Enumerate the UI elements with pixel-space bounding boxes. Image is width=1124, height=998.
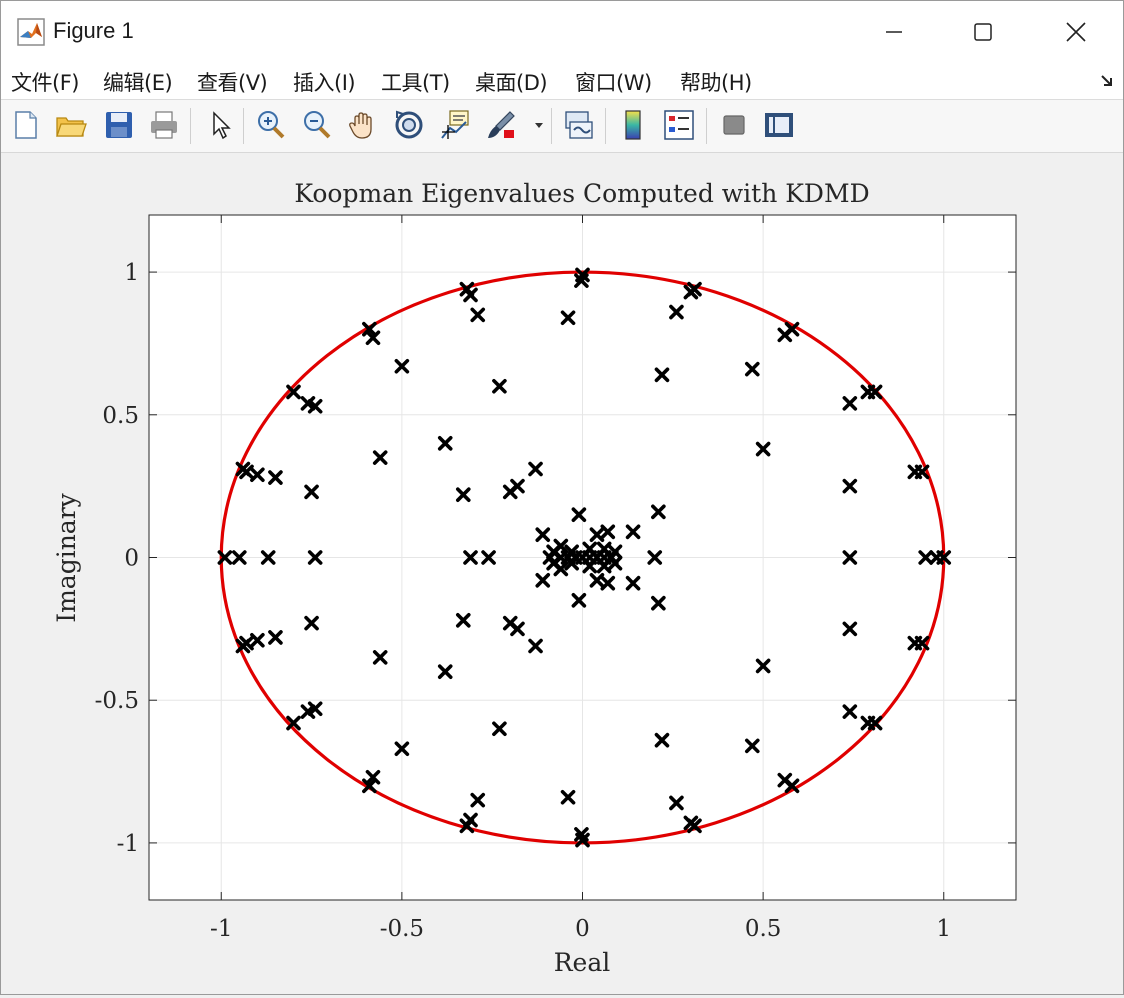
y-tick-label: -1 [117,831,139,857]
menu-window[interactable]: 窗口(W) [575,67,652,97]
save-icon[interactable] [102,108,136,142]
y-tick-label: 0.5 [102,403,139,429]
toolbar-separator [605,108,606,144]
link-plot-icon[interactable] [562,108,596,142]
toolbar-separator [551,108,552,144]
show-plot-tools-icon[interactable] [762,108,796,142]
legend-icon[interactable] [662,108,696,142]
y-tick-label: 1 [124,260,139,286]
menu-edit[interactable]: 编辑(E) [103,67,173,97]
colorbar-icon[interactable] [616,108,650,142]
y-tick-label: -0.5 [95,688,139,714]
x-tick-label: -0.5 [380,916,424,942]
x-tick-label: -1 [210,916,232,942]
toolbar-separator [190,108,191,144]
chart-title: Koopman Eigenvalues Computed with KDMD [294,179,869,208]
zoom-in-icon[interactable] [254,108,288,142]
zoom-out-icon[interactable] [300,108,334,142]
dock-arrow-icon[interactable] [1099,73,1115,89]
scatter-plot: -1 -0.5 0 0.5 1 -1 -0.5 0 0.5 1 Koopman Eigenvalu… [52,179,1017,977]
rotate-3d-icon[interactable] [392,108,426,142]
maximize-icon [974,23,992,41]
open-file-icon[interactable] [54,108,88,142]
title-bar: Figure 1 [1,1,1123,63]
pointer-icon[interactable] [204,108,238,142]
minimize-icon [886,31,902,33]
maximize-button[interactable] [936,1,1030,63]
matlab-logo-icon [17,18,45,46]
x-tick-label: 1 [936,916,951,942]
figure-canvas: -1 -0.5 0 0.5 1 -1 -0.5 0 0.5 1 Koopman Eigenvalu… [1,153,1123,994]
brush-icon[interactable] [484,108,518,142]
brush-dropdown-icon[interactable] [533,121,545,131]
print-icon[interactable] [147,108,181,142]
menu-desktop[interactable]: 桌面(D) [475,67,548,97]
y-tick-label: 0 [124,546,139,572]
toolbar-separator [243,108,244,144]
y-axis-label: Imaginary [52,492,81,622]
toolbar-separator [706,108,707,144]
figure-toolbar [1,100,1123,153]
menu-tools[interactable]: 工具(T) [381,67,450,97]
x-tick-label: 0 [575,916,590,942]
new-figure-icon[interactable] [9,108,43,142]
menu-help[interactable]: 帮助(H) [680,67,752,97]
figure-window: Figure 1 文件(F) 编辑(E) 查看(V) 插入(I) 工具(T) 桌… [0,0,1124,995]
minimize-button[interactable] [847,1,941,63]
menu-insert[interactable]: 插入(I) [293,67,356,97]
x-tick-label: 0.5 [745,916,782,942]
close-icon [1066,22,1086,42]
data-cursor-icon[interactable] [438,108,472,142]
x-axis-label: Real [554,948,611,977]
close-button[interactable] [1029,1,1123,63]
hide-plot-tools-icon[interactable] [717,108,751,142]
window-title: Figure 1 [53,18,134,43]
pan-icon[interactable] [346,108,380,142]
menu-view[interactable]: 查看(V) [197,67,268,97]
menu-file[interactable]: 文件(F) [11,67,79,97]
menu-bar: 文件(F) 编辑(E) 查看(V) 插入(I) 工具(T) 桌面(D) 窗口(W… [1,63,1123,100]
